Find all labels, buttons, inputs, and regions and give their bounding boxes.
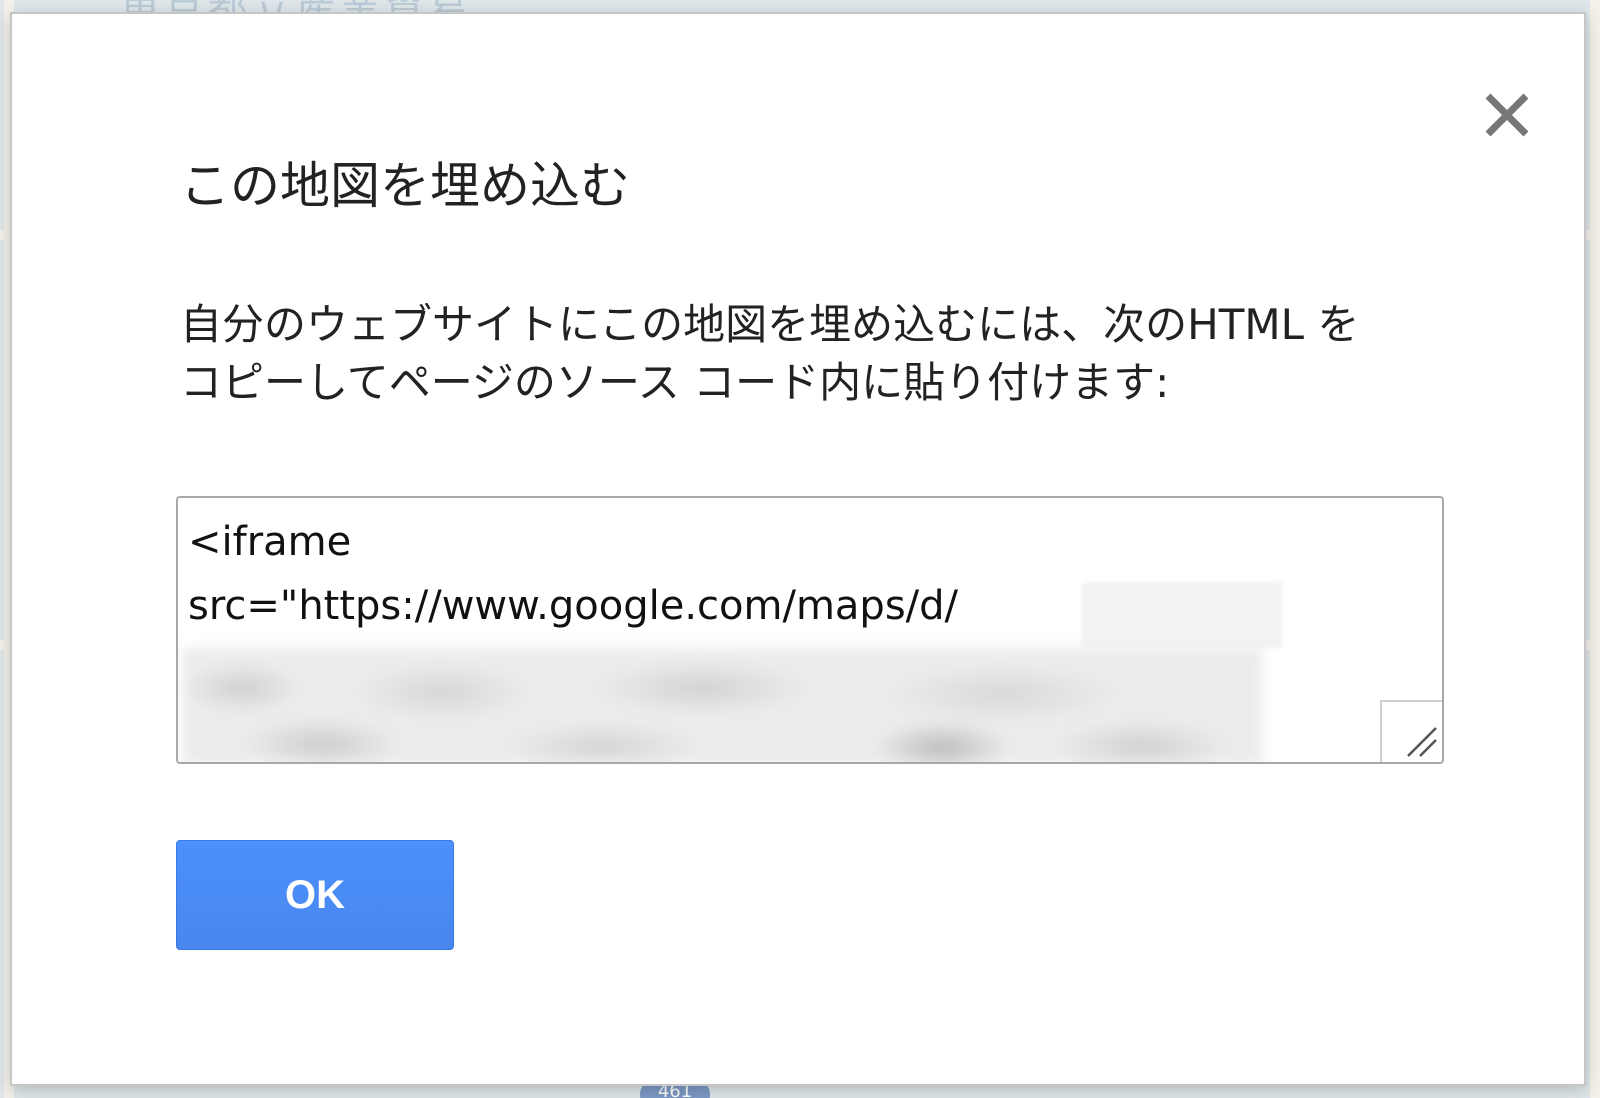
map-road [1590,0,1600,1098]
dialog-title: この地図を埋め込む [180,157,630,215]
redacted-map-id [1082,582,1282,648]
embed-code-textarea[interactable]: <iframe src="https://www.google.com/maps… [176,496,1444,764]
close-button[interactable] [1478,86,1536,144]
close-icon [1478,86,1536,144]
resize-handle[interactable] [1380,700,1442,762]
ok-button[interactable]: OK [176,840,454,950]
redacted-embed-code [182,648,1262,762]
dialog-description: 自分のウェブサイトにこの地図を埋め込むには、次のHTML をコピーしてページのソ… [180,300,1360,407]
embed-map-dialog: この地図を埋め込む 自分のウェブサイトにこの地図を埋め込むには、次のHTML を… [10,12,1586,1086]
resize-grip-icon [1407,727,1437,757]
